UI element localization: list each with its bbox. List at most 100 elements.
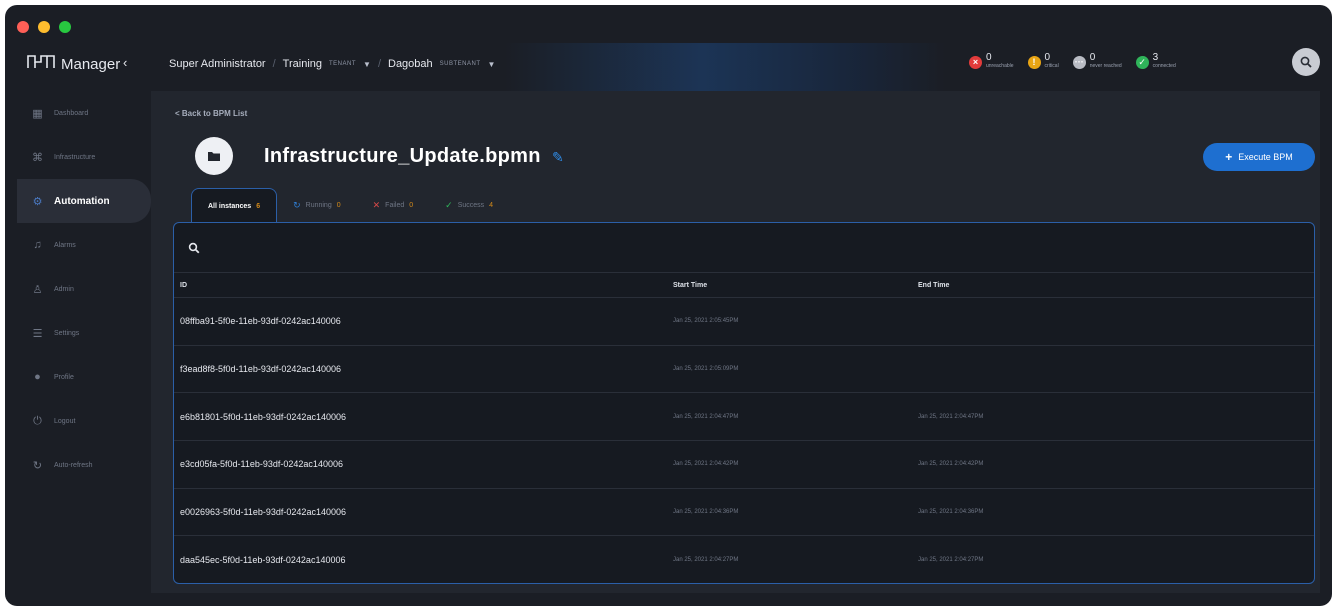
chevron-down-icon[interactable]: ▼ xyxy=(363,60,371,69)
status-connected[interactable]: ✓ 3 connected xyxy=(1135,52,1176,71)
instance-id[interactable]: e0026963-5f0d-11eb-93df-0242ac140006 xyxy=(174,507,673,517)
page-title: Infrastructure_Update.bpmn xyxy=(264,145,541,167)
status-unreachable[interactable]: × 0 unreachable xyxy=(969,53,1014,71)
sliders-icon: ☰ xyxy=(32,327,43,340)
header-glow xyxy=(505,43,945,91)
breadcrumb-subtenant[interactable]: Dagobah xyxy=(388,58,433,70)
instance-tabs: All instances 6 ↻ Running 0 ✕ Failed 0 ✓… xyxy=(191,188,509,223)
chevron-down-icon[interactable]: ▼ xyxy=(488,60,496,69)
column-header-id[interactable]: ID xyxy=(174,282,673,289)
end-time: Jan 25, 2021 2:04:47PM xyxy=(918,413,984,420)
close-window-button[interactable] xyxy=(17,21,29,33)
sidebar-item-dashboard[interactable]: ▦ Dashboard xyxy=(5,91,151,135)
sidebar-item-infrastructure[interactable]: ⌘ Infrastructure xyxy=(5,135,151,179)
back-to-bpm-list-link[interactable]: < Back to BPM List xyxy=(175,109,247,118)
sidebar-item-label: Infrastructure xyxy=(54,153,96,161)
status-label: connected xyxy=(1152,63,1176,69)
table-row[interactable]: e6b81801-5f0d-11eb-93df-0242ac140006 Jan… xyxy=(174,393,1314,442)
plus-icon: + xyxy=(1225,150,1233,164)
sidebar-item-profile[interactable]: ● Profile xyxy=(5,355,151,399)
table-header: ID Start Time End Time xyxy=(174,273,1314,298)
table-row[interactable]: f3ead8f8-5f0d-11eb-93df-0242ac140006 Jan… xyxy=(174,346,1314,394)
status-label: unreachable xyxy=(986,63,1014,69)
tenant-tag: TENANT xyxy=(329,61,357,67)
search-icon xyxy=(188,242,200,253)
search-button[interactable] xyxy=(1292,48,1320,76)
instances-panel: ID Start Time End Time 08ffba91-5f0e-11e… xyxy=(173,222,1315,584)
status-count: 3 xyxy=(1152,52,1159,63)
breadcrumb: Super Administrator / Training TENANT ▼ … xyxy=(169,58,495,70)
sidebar-item-alarms[interactable]: ♫ Alarms xyxy=(5,223,151,267)
column-header-end-time[interactable]: End Time xyxy=(918,282,1314,289)
tab-label: Success xyxy=(457,202,485,209)
table-row[interactable]: 08ffba91-5f0e-11eb-93df-0242ac140006 Jan… xyxy=(174,298,1314,346)
refresh-icon: ↻ xyxy=(293,200,301,210)
breadcrumb-role[interactable]: Super Administrator xyxy=(169,58,266,70)
admin-icon: ♙ xyxy=(32,283,43,296)
tab-label: All instances xyxy=(208,202,252,210)
instance-id[interactable]: f3ead8f8-5f0d-11eb-93df-0242ac140006 xyxy=(174,364,673,374)
sidebar-item-automation[interactable]: ⚙ Automation xyxy=(17,179,151,223)
pencil-icon[interactable]: ✎ xyxy=(552,149,564,166)
app-logo[interactable]: Manager xyxy=(27,55,120,73)
instance-id[interactable]: daa545ec-5f0d-11eb-93df-0242ac140006 xyxy=(174,555,673,565)
checkmark-icon: ✓ xyxy=(445,200,453,210)
end-time: Jan 25, 2021 2:04:27PM xyxy=(918,557,984,564)
status-count: 0 xyxy=(1089,52,1096,63)
end-time: Jan 25, 2021 2:04:42PM xyxy=(918,461,984,468)
sidebar-item-logout[interactable]: ⏻ Logout xyxy=(5,399,151,443)
breadcrumb-tenant[interactable]: Training xyxy=(283,58,322,70)
x-icon: ✕ xyxy=(372,200,381,210)
app-title: Manager xyxy=(61,55,121,73)
status-label: critical xyxy=(1044,63,1059,69)
main-content: < Back to BPM List Infrastructure_Update… xyxy=(151,91,1320,593)
sidebar-item-label: Admin xyxy=(54,285,74,293)
breadcrumb-separator: / xyxy=(272,58,276,70)
status-never-reached[interactable]: ··· 0 never reached xyxy=(1072,52,1122,71)
tab-all-instances[interactable]: All instances 6 xyxy=(191,188,278,223)
dots-circle-icon: ··· xyxy=(1072,55,1086,69)
search-icon xyxy=(1300,56,1312,68)
status-count: 0 xyxy=(1044,52,1051,63)
collapse-sidebar-icon[interactable]: ‹ xyxy=(123,55,127,70)
sidebar-item-auto-refresh[interactable]: ↻ Auto-refresh xyxy=(5,443,151,487)
power-icon: ⏻ xyxy=(33,414,42,427)
table-row[interactable]: e3cd05fa-5f0d-11eb-93df-0242ac140006 Jan… xyxy=(174,441,1314,489)
instance-id[interactable]: e6b81801-5f0d-11eb-93df-0242ac140006 xyxy=(174,412,673,422)
sidebar-item-label: Dashboard xyxy=(54,109,89,117)
refresh-icon: ↻ xyxy=(32,459,43,472)
tab-count: 6 xyxy=(256,202,261,210)
table-row[interactable]: e0026963-5f0d-11eb-93df-0242ac140006 Jan… xyxy=(174,489,1314,537)
status-label: never reached xyxy=(1089,63,1122,69)
table-row[interactable]: daa545ec-5f0d-11eb-93df-0242ac140006 Jan… xyxy=(174,536,1314,583)
sidebar-item-admin[interactable]: ♙ Admin xyxy=(5,267,151,311)
tab-success[interactable]: ✓ Success 4 xyxy=(429,188,509,223)
status-critical[interactable]: ! 0 critical xyxy=(1027,52,1059,71)
instance-id[interactable]: 08ffba91-5f0e-11eb-93df-0242ac140006 xyxy=(174,316,673,326)
column-header-start-time[interactable]: Start Time xyxy=(673,282,918,289)
execute-bpm-button[interactable]: + Execute BPM xyxy=(1203,143,1315,171)
tab-count: 0 xyxy=(409,202,414,209)
x-circle-icon: × xyxy=(969,55,982,69)
sidebar-item-label: Alarms xyxy=(54,241,76,249)
sidebar: ▦ Dashboard ⌘ Infrastructure ⚙ Automatio… xyxy=(5,91,151,487)
msa-logo-icon xyxy=(27,55,55,73)
tab-failed[interactable]: ✕ Failed 0 xyxy=(357,188,430,223)
status-count: 0 xyxy=(986,52,992,63)
window-controls xyxy=(17,21,71,33)
instance-id[interactable]: e3cd05fa-5f0d-11eb-93df-0242ac140006 xyxy=(174,459,673,469)
sidebar-item-settings[interactable]: ☰ Settings xyxy=(5,311,151,355)
tab-label: Failed xyxy=(385,202,405,209)
table-search[interactable] xyxy=(174,223,1314,273)
sidebar-item-label: Profile xyxy=(54,373,74,381)
dashboard-icon: ▦ xyxy=(32,107,43,120)
infrastructure-icon: ⌘ xyxy=(32,151,43,164)
tab-running[interactable]: ↻ Running 0 xyxy=(277,188,357,223)
maximize-window-button[interactable] xyxy=(59,21,71,33)
sidebar-item-label: Settings xyxy=(54,329,80,337)
start-time: Jan 25, 2021 2:04:42PM xyxy=(673,461,739,468)
minimize-window-button[interactable] xyxy=(38,21,50,33)
device-status-summary: × 0 unreachable ! 0 critical ··· 0 never re… xyxy=(969,53,1176,71)
start-time: Jan 25, 2021 2:05:45PM xyxy=(673,318,739,325)
start-time: Jan 25, 2021 2:04:47PM xyxy=(673,413,739,420)
